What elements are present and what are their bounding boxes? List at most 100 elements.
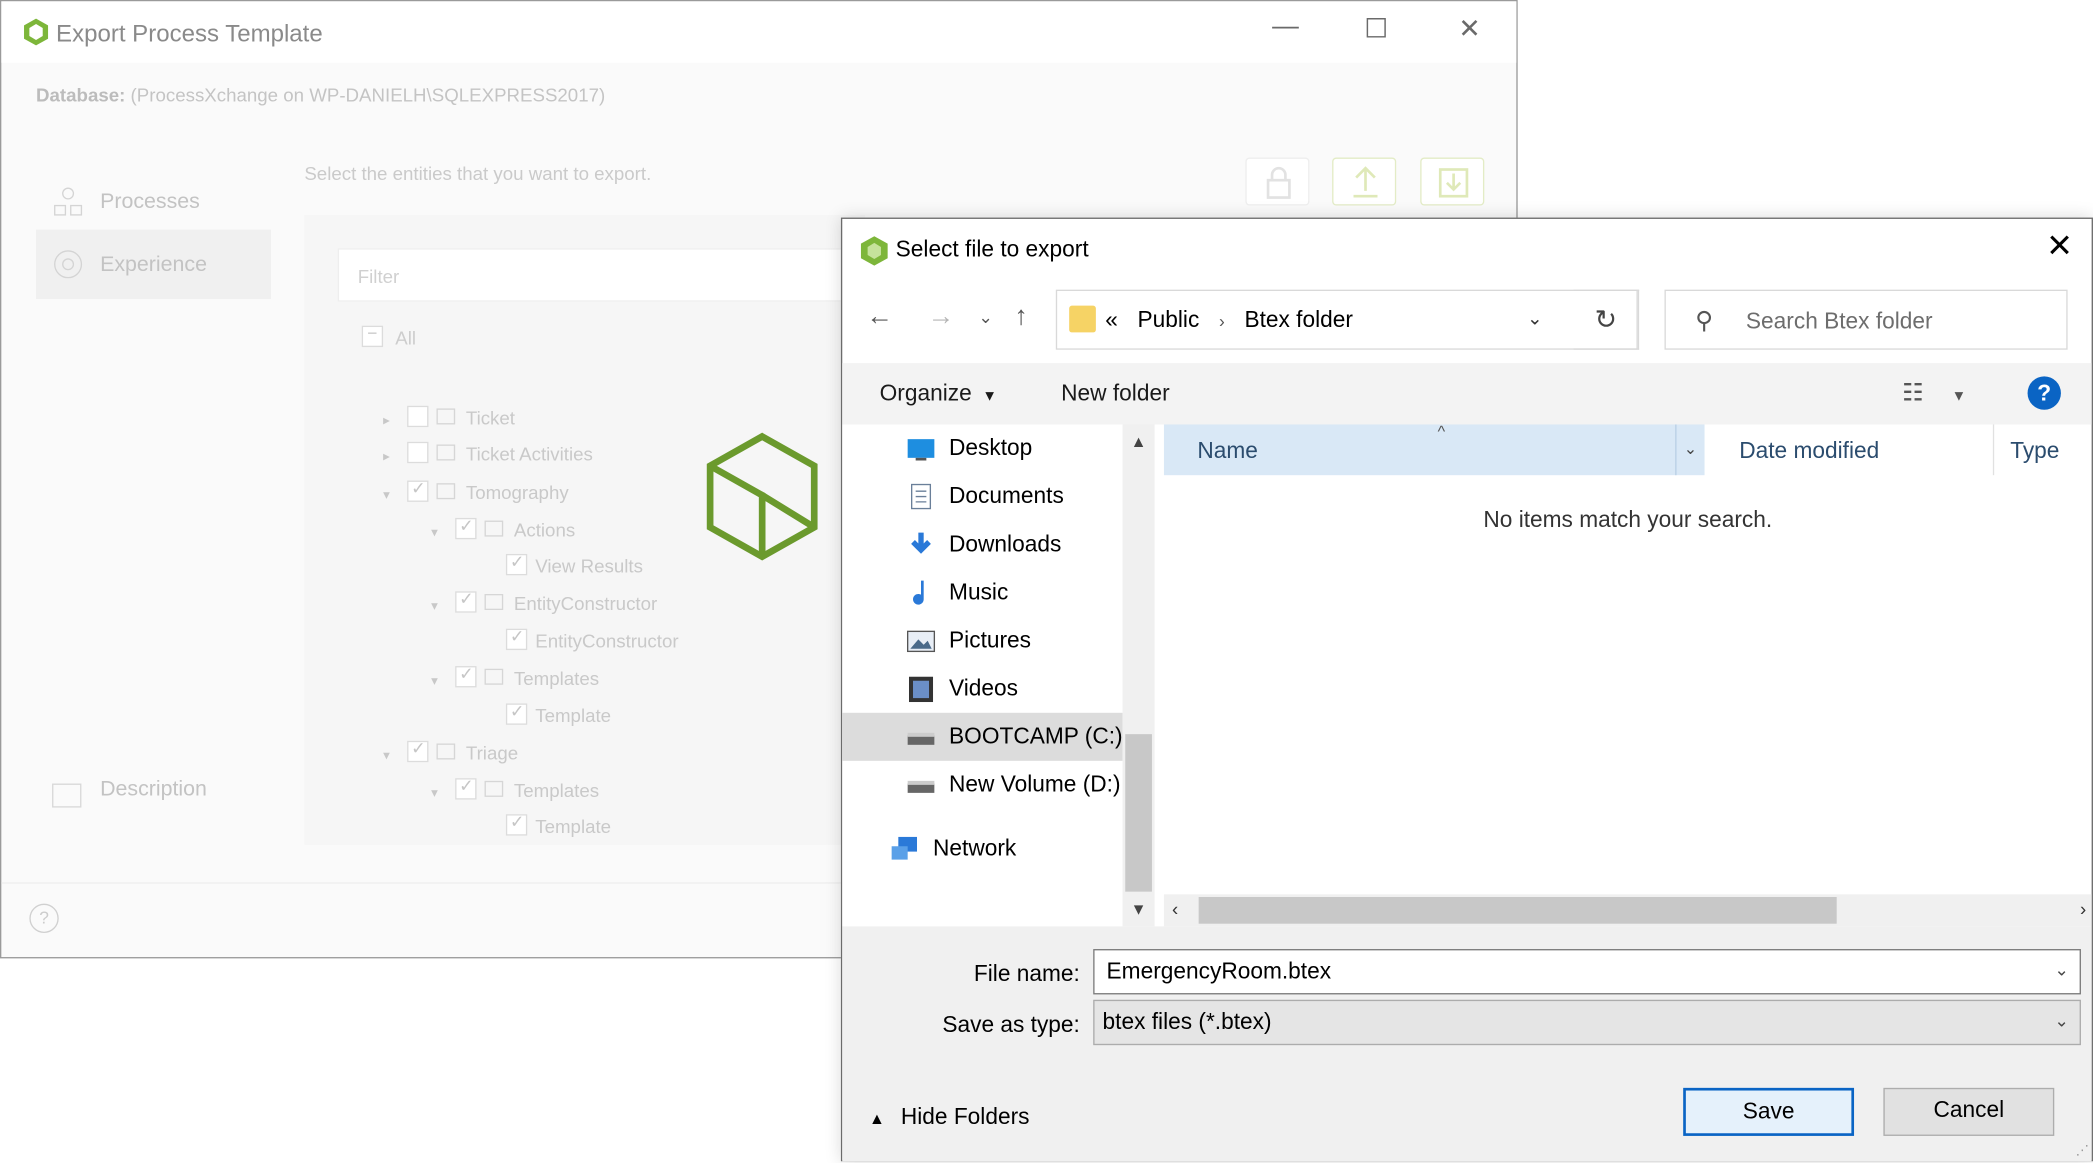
nav-processes[interactable]: Processes	[36, 167, 271, 236]
recent-locations-chevron-icon[interactable]: ⌄	[978, 307, 993, 328]
tree-node[interactable]: ▾ EntityConstructor	[431, 589, 657, 620]
tree-node-checkbox[interactable]	[505, 552, 528, 576]
hide-folders-button[interactable]: ▲ Hide Folders	[869, 1104, 1030, 1131]
nav-item-label: Downloads	[949, 531, 1062, 557]
nav-item-documents[interactable]: Documents	[842, 473, 1122, 521]
select-all-checkbox[interactable]	[361, 323, 384, 348]
column-type[interactable]: Type	[1994, 424, 2091, 475]
tree-node[interactable]: Template	[482, 812, 611, 843]
organize-button[interactable]: Organize ▼	[880, 380, 997, 407]
file-list-scrollbar[interactable]: ‹ ›	[1163, 894, 2092, 927]
tree-node[interactable]: ▾ Triage	[383, 739, 518, 769]
resize-grip-icon[interactable]: ⋰	[2076, 1144, 2089, 1159]
chevron-down-icon[interactable]: ⌄	[2054, 960, 2069, 981]
breadcrumb-overflow[interactable]: «	[1105, 307, 1118, 332]
dialog-close-icon[interactable]: ✕	[2046, 227, 2073, 266]
scroll-right-icon[interactable]: ›	[2080, 898, 2086, 919]
breadcrumb-btex-folder[interactable]: Btex folder	[1244, 307, 1352, 332]
nav-item-downloads[interactable]: Downloads	[842, 521, 1122, 569]
new-folder-button[interactable]: New folder	[1061, 380, 1169, 407]
expand-arrow-icon[interactable]: ▸	[383, 414, 407, 429]
select-all[interactable]: All	[361, 323, 416, 350]
chevron-down-icon[interactable]: ⌄	[2054, 1010, 2069, 1031]
scroll-thumb[interactable]	[1125, 734, 1152, 892]
nav-item-desktop[interactable]: Desktop	[842, 424, 1122, 472]
tree-node-checkbox[interactable]	[407, 478, 429, 503]
column-filter-chevron-icon[interactable]: ⌄	[1675, 424, 1705, 476]
refresh-icon[interactable]: ↻	[1573, 289, 1640, 350]
breadcrumb-public[interactable]: Public	[1138, 307, 1200, 332]
tree-node-checkbox[interactable]	[455, 776, 477, 800]
maximize-icon[interactable]: ☐	[1349, 12, 1402, 45]
minimize-icon[interactable]: —	[1259, 12, 1312, 43]
cancel-button[interactable]: Cancel	[1883, 1087, 2055, 1136]
column-name[interactable]: Name ^ ⌄	[1163, 422, 1705, 476]
tree-node-checkbox[interactable]	[407, 406, 429, 428]
tree-node-checkbox[interactable]	[455, 516, 477, 540]
save-button[interactable]: Save	[1683, 1087, 1855, 1136]
tree-node[interactable]: View Results	[482, 552, 643, 582]
expand-arrow-icon[interactable]: ▸	[383, 450, 407, 465]
view-options-icon[interactable]: ☷ ▼	[1902, 379, 1966, 407]
tree-node-checkbox[interactable]	[505, 701, 528, 726]
nav-item-new-volume-d[interactable]: New Volume (D:)	[842, 761, 1122, 809]
expand-arrow-icon[interactable]: ▾	[431, 599, 455, 614]
tree-node[interactable]: ▾ Actions	[431, 516, 576, 546]
desktop-icon	[907, 439, 935, 461]
chevron-down-icon[interactable]: ⌄	[1527, 307, 1543, 330]
dialog-app-icon	[860, 236, 888, 266]
drive-icon	[907, 732, 935, 745]
back-arrow-icon[interactable]: ←	[866, 302, 893, 333]
upload-button[interactable]	[1332, 157, 1397, 206]
nav-experience[interactable]: Experience	[36, 229, 271, 299]
nav-item-videos[interactable]: Videos	[842, 665, 1122, 713]
nav-item-pictures[interactable]: Pictures	[842, 617, 1122, 665]
tree-node-checkbox[interactable]	[505, 812, 528, 836]
search-input[interactable]: ⚲ Search Btex folder	[1664, 289, 2068, 350]
tree-node[interactable]: ▾ Templates	[431, 664, 599, 694]
expand-arrow-icon[interactable]: ▾	[383, 749, 407, 764]
upload-icon	[1353, 166, 1378, 198]
nav-item-label: Music	[949, 579, 1009, 605]
tree-node-label: Actions	[513, 519, 576, 541]
tree-node[interactable]: ▸ Ticket Activities	[383, 442, 593, 470]
expand-arrow-icon[interactable]: ▾	[431, 526, 455, 541]
filter-input[interactable]: Filter	[337, 248, 872, 302]
nav-description[interactable]: Description	[36, 778, 207, 808]
tree-node-label: EntityConstructor	[535, 630, 679, 652]
tree-node[interactable]: ▾ Templates	[431, 776, 599, 807]
close-icon[interactable]: ✕	[1443, 12, 1496, 45]
expand-arrow-icon[interactable]: ▾	[431, 786, 455, 801]
nav-item-network[interactable]: Network	[842, 825, 1122, 873]
tree-node-checkbox[interactable]	[407, 739, 429, 763]
column-date-modified[interactable]: Date modified	[1706, 424, 1995, 476]
address-bar[interactable]: « Public › Btex folder ⌄	[1055, 289, 1638, 350]
help-icon[interactable]: ?	[29, 903, 59, 934]
tree-node[interactable]: ▾ Tomography	[383, 478, 569, 509]
save-as-type-label: Save as type:	[942, 1011, 1080, 1038]
nav-item-label: Documents	[949, 483, 1064, 509]
download-button[interactable]	[1420, 157, 1485, 206]
lock-button[interactable]	[1245, 157, 1310, 206]
navigation-scrollbar[interactable]: ▲ ▼	[1122, 424, 1155, 927]
tree-node-checkbox[interactable]	[455, 589, 477, 614]
forward-arrow-icon[interactable]: →	[928, 302, 955, 333]
tree-node[interactable]: EntityConstructor	[482, 626, 679, 657]
tree-node-checkbox[interactable]	[505, 626, 528, 651]
up-arrow-icon[interactable]: ↑	[1014, 302, 1027, 333]
nav-item-music[interactable]: Music	[842, 569, 1122, 617]
tree-node-checkbox[interactable]	[455, 664, 477, 688]
file-name-input[interactable]: EmergencyRoom.btex ⌄	[1093, 949, 2081, 995]
nav-item-bootcamp-c[interactable]: BOOTCAMP (C:)	[842, 712, 1123, 761]
scroll-up-icon[interactable]: ▲	[1131, 432, 1147, 451]
help-icon[interactable]: ?	[2027, 376, 2061, 410]
expand-arrow-icon[interactable]: ▾	[431, 674, 455, 689]
hscroll-thumb[interactable]	[1198, 896, 1837, 924]
save-as-type-select[interactable]: btex files (*.btex) ⌄	[1093, 999, 2081, 1046]
scroll-left-icon[interactable]: ‹	[1172, 898, 1178, 919]
expand-arrow-icon[interactable]: ▾	[383, 489, 407, 504]
scroll-down-icon[interactable]: ▼	[1131, 900, 1147, 919]
tree-node[interactable]: ▸ Ticket	[383, 406, 515, 434]
tree-node-checkbox[interactable]	[407, 442, 429, 464]
tree-node[interactable]: Template	[482, 701, 611, 732]
